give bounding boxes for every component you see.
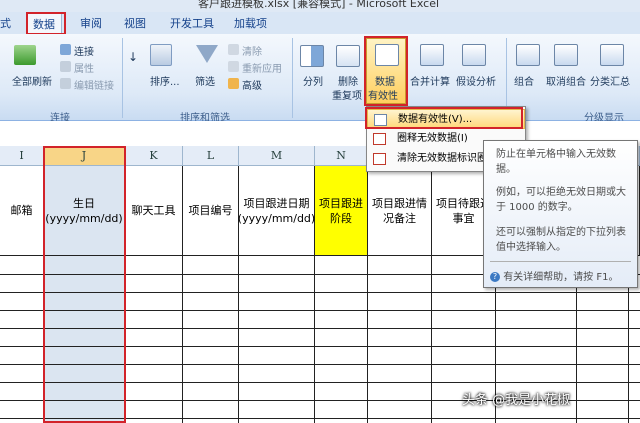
header-followup-date: 项目跟进日期 (yyyy/mm/dd) [237,196,316,225]
column-header-L[interactable]: L [183,146,239,166]
grid-vline [367,256,368,423]
header-project-id: 项目编号 [188,204,233,217]
what-if-icon [462,44,486,66]
grid-vline [238,256,239,423]
edit-links-button[interactable]: 编辑链接 [74,77,114,92]
header-cell-email[interactable]: 邮箱 [0,166,44,256]
sort-icon [150,44,172,66]
group-separator [122,38,123,118]
clear-circles-icon [373,153,386,165]
group-separator [292,38,293,118]
filter-button[interactable]: 筛选 [195,73,215,88]
reapply-button[interactable]: 重新应用 [242,60,282,75]
filter-icon [196,45,218,63]
tooltip-divider [490,261,631,262]
remove-duplicates-label-2: 重复项 [332,91,362,102]
tab-addins[interactable]: 加载项 [234,15,267,31]
tab-data-highlight [26,12,66,35]
connections-button[interactable]: 连接 [74,43,94,58]
subtotal-button[interactable]: 分类汇总 [590,73,630,88]
help-icon: ? [490,272,500,282]
tooltip-text-1: 防止在单元格中输入无效数据。 [496,149,616,175]
title-bar: 客户跟进模板.xlsx [兼容模式] - Microsoft Excel [0,0,640,12]
circle-invalid-icon [373,133,386,145]
sort-az-icon[interactable]: ↓ [128,50,138,64]
header-cell-followup-stage[interactable]: 项目跟进 阶段 [315,166,368,256]
clear-icon [228,44,239,55]
tab-developer[interactable]: 开发工具 [170,15,214,31]
subtotal-icon [600,44,624,66]
advanced-filter-button[interactable]: 高级 [242,77,262,92]
grid-vline [314,256,315,423]
header-cell-chat-tool[interactable]: 聊天工具 [125,166,183,256]
tooltip-text-3: 还可以强制从指定的下拉列表值中选择输入。 [496,227,626,253]
header-followup-stage: 项目跟进 阶段 [319,196,363,225]
text-to-columns-button[interactable]: 分列 [303,73,323,88]
tab-review[interactable]: 审阅 [80,15,102,31]
connections-icon [60,44,71,55]
sort-button[interactable]: 排序... [150,73,180,88]
text-to-columns-icon [300,45,324,67]
grid-vline [431,256,432,423]
what-if-analysis-button[interactable]: 假设分析 [456,73,496,88]
column-J-highlight [43,146,126,423]
data-validation-tooltip: 防止在单元格中输入无效数据。 例如，可以拒绝无效日期或大于 1000 的数字。 … [483,140,638,288]
reapply-icon [228,61,239,72]
menu-label: 圈释无效数据(I) [397,133,468,144]
tooltip-help: ? 有关详细帮助，请按 F1。 [490,268,618,283]
tab-format[interactable]: 式 [0,15,11,31]
refresh-all-icon [14,45,36,65]
tooltip-text-2: 例如，可以拒绝无效日期或大于 1000 的数字。 [496,187,626,213]
advanced-filter-icon [228,78,239,89]
column-header-M[interactable]: M [239,146,315,166]
remove-duplicates-icon [336,45,360,67]
data-validation-highlight [364,36,408,106]
header-followup-notes: 项目跟进情 况备注 [372,196,427,225]
group-button[interactable]: 组合 [514,73,534,88]
column-header-I[interactable]: I [0,146,44,166]
header-cell-followup-date[interactable]: 项目跟进日期 (yyyy/mm/dd) [237,166,316,256]
header-cell-followup-notes[interactable]: 项目跟进情 况备注 [368,166,432,256]
header-cell-project-id[interactable]: 项目编号 [183,166,239,256]
properties-icon [60,61,71,72]
consolidate-button[interactable]: 合并计算 [410,73,450,88]
menu-label: 清除无效数据标识圈 [397,153,487,164]
tab-view[interactable]: 视图 [124,15,146,31]
properties-button[interactable]: 属性 [74,60,94,75]
column-header-N[interactable]: N [315,146,368,166]
grid-vline [182,256,183,423]
menu-item-highlight [365,107,523,129]
clear-button[interactable]: 清除 [242,43,262,58]
tooltip-help-text: 有关详细帮助，请按 F1。 [503,272,619,283]
column-header-K[interactable]: K [125,146,183,166]
refresh-all-button[interactable]: 全部刷新 [12,73,52,88]
window-title: 客户跟进模板.xlsx [兼容模式] - Microsoft Excel [198,0,440,10]
group-icon [516,44,540,66]
header-chat-tool: 聊天工具 [131,204,176,217]
header-email: 邮箱 [10,204,33,217]
watermark: 头条 @我是小花椒 [462,393,571,408]
ungroup-button[interactable]: 取消组合 [546,73,586,88]
ungroup-icon [554,44,578,66]
edit-links-icon [60,78,71,89]
consolidate-icon [420,44,444,66]
remove-duplicates-button[interactable]: 删除 [338,73,358,88]
